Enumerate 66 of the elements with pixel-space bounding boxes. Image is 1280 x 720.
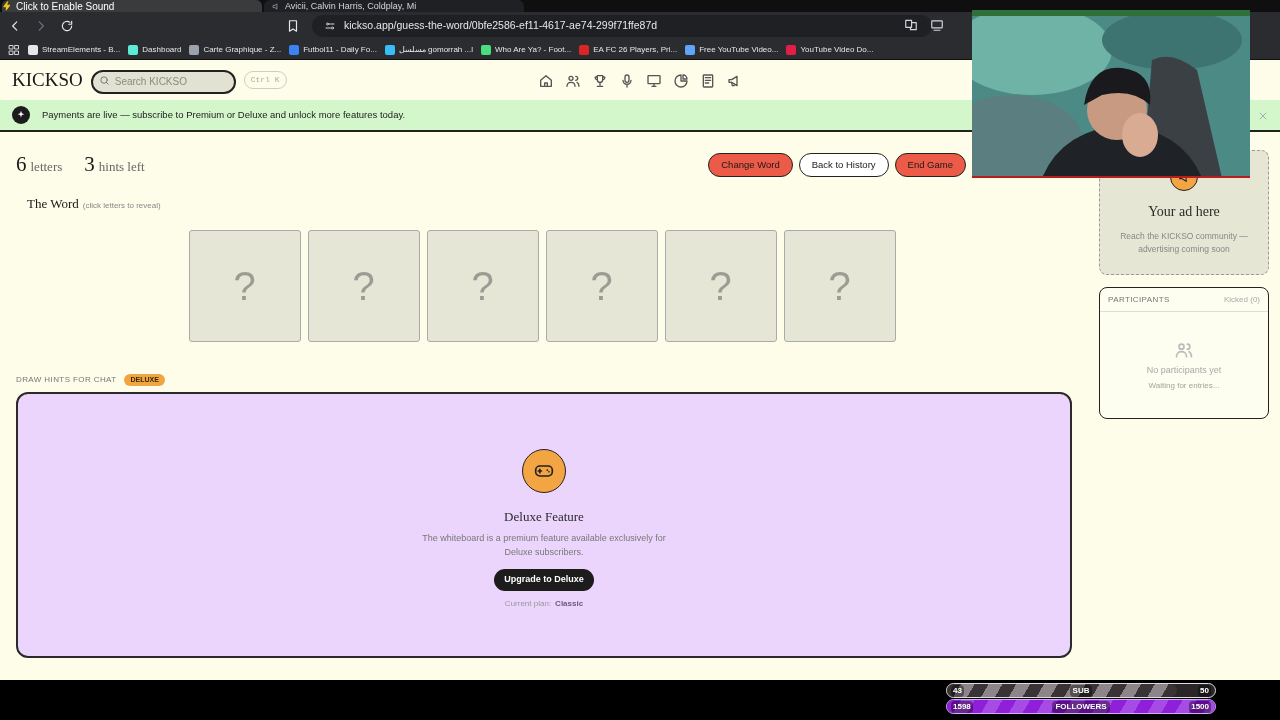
speaker-icon: [272, 1, 281, 11]
bookmark-item[interactable]: StreamElements - B...: [28, 43, 121, 56]
apps-grid-icon[interactable]: [8, 43, 20, 56]
address-bar[interactable]: kickso.app/guess-the-word/0bfe2586-ef11-4617-ae74-299f71ffe87d: [312, 15, 932, 37]
sparkle-icon: [12, 106, 30, 124]
card-title: PARTICIPANTS: [1108, 293, 1170, 306]
stat-text: 3 hints left: [84, 151, 145, 179]
bookmark-label: Futbol11 - Daily Fo...: [303, 43, 377, 56]
newspaper-icon[interactable]: [700, 73, 716, 89]
bookmark-item[interactable]: Dashboard: [128, 43, 182, 56]
action-button[interactable]: Back to History: [798, 153, 889, 177]
users-icon[interactable]: [565, 73, 581, 89]
banner-text: Payments are live — subscribe to Premium or Deluxe and unlock more features today.: [42, 107, 406, 122]
site-logo[interactable]: KICKSO: [12, 65, 83, 95]
pie-chart-icon[interactable]: [673, 73, 689, 89]
bar-end-value: 1500: [1189, 700, 1211, 713]
search-field[interactable]: Search KICKSO: [90, 69, 236, 94]
bar-label: FOLLOWERS: [1052, 700, 1110, 713]
bookmark-label: مسلسل gomorrah ...l: [398, 43, 473, 56]
monitor-icon[interactable]: [646, 73, 662, 89]
bookmark-label: StreamElements - B...: [42, 43, 121, 56]
translate-icon[interactable]: [904, 18, 918, 32]
microphone-icon[interactable]: [619, 73, 635, 89]
browser-tab[interactable]: [2, 0, 262, 12]
ad-text: Reach the KICKSO community — advertising coming soon: [1119, 230, 1249, 256]
users-icon: [1174, 340, 1194, 360]
kicked-count: Kicked (0): [1224, 293, 1260, 306]
action-button[interactable]: Change Word: [708, 153, 793, 177]
bar-start-value: 43: [951, 684, 964, 697]
stat-text: 6 letters: [16, 151, 63, 179]
home-icon[interactable]: [538, 73, 554, 89]
empty-state-text: No participants yet: [1146, 364, 1222, 377]
tab-title: Avicii, Calvin Harris, Coldplay, Mi: [285, 1, 417, 11]
bar-end-value: 50: [1198, 684, 1211, 697]
bar-label: SUB: [1069, 684, 1093, 697]
hint-text: (click letters to reveal): [82, 200, 161, 212]
sound-prompt[interactable]: Click to Enable Sound: [16, 0, 115, 12]
bookmark-label: Dashboard: [142, 43, 182, 56]
plan-name: Classic: [555, 597, 584, 610]
bookmark-item[interactable]: Who Are Ya? - Foot...: [481, 43, 572, 56]
bookmark-label: Who Are Ya? - Foot...: [495, 43, 572, 56]
site-settings-icon[interactable]: [324, 20, 336, 32]
search-icon: [98, 75, 110, 86]
ad-title: Your ad here: [1148, 203, 1220, 221]
plan-label: Current plan:: [504, 597, 552, 610]
bookmark-item[interactable]: Carte Graphique - Z...: [189, 43, 282, 56]
bookmark-icon[interactable]: [286, 19, 300, 33]
panel-text: The whiteboard is a premium feature available exclusively for Deluxe subscribers.: [421, 531, 667, 559]
panel-title: Deluxe Feature: [504, 508, 584, 526]
reload-icon[interactable]: [60, 19, 74, 33]
upgrade-button[interactable]: Upgrade to Deluxe: [494, 568, 594, 591]
cast-icon[interactable]: [930, 18, 944, 32]
bookmark-item[interactable]: YouTube Video Do...: [786, 43, 874, 56]
empty-state-subtext: Waiting for entries...: [1148, 379, 1220, 392]
browser-tab[interactable]: Avicii, Calvin Harris, Coldplay, Mi: [264, 0, 524, 12]
section-title: The Word: [27, 195, 79, 213]
gamepad-icon: [522, 449, 566, 493]
bookmark-label: Carte Graphique - Z...: [203, 43, 282, 56]
url-text: kickso.app/guess-the-word/0bfe2586-ef11-4617-ae74-299f71ffe87d: [344, 18, 658, 34]
trophy-icon[interactable]: [592, 73, 608, 89]
bar-start-value: 1598: [951, 700, 973, 713]
section-label: DRAW HINTS FOR CHAT: [16, 373, 117, 386]
bookmark-item[interactable]: Futbol11 - Daily Fo...: [289, 43, 377, 56]
bookmark-label: YouTube Video Do...: [800, 43, 874, 56]
bookmark-item[interactable]: مسلسل gomorrah ...l: [384, 43, 473, 56]
action-button[interactable]: End Game: [894, 153, 966, 177]
